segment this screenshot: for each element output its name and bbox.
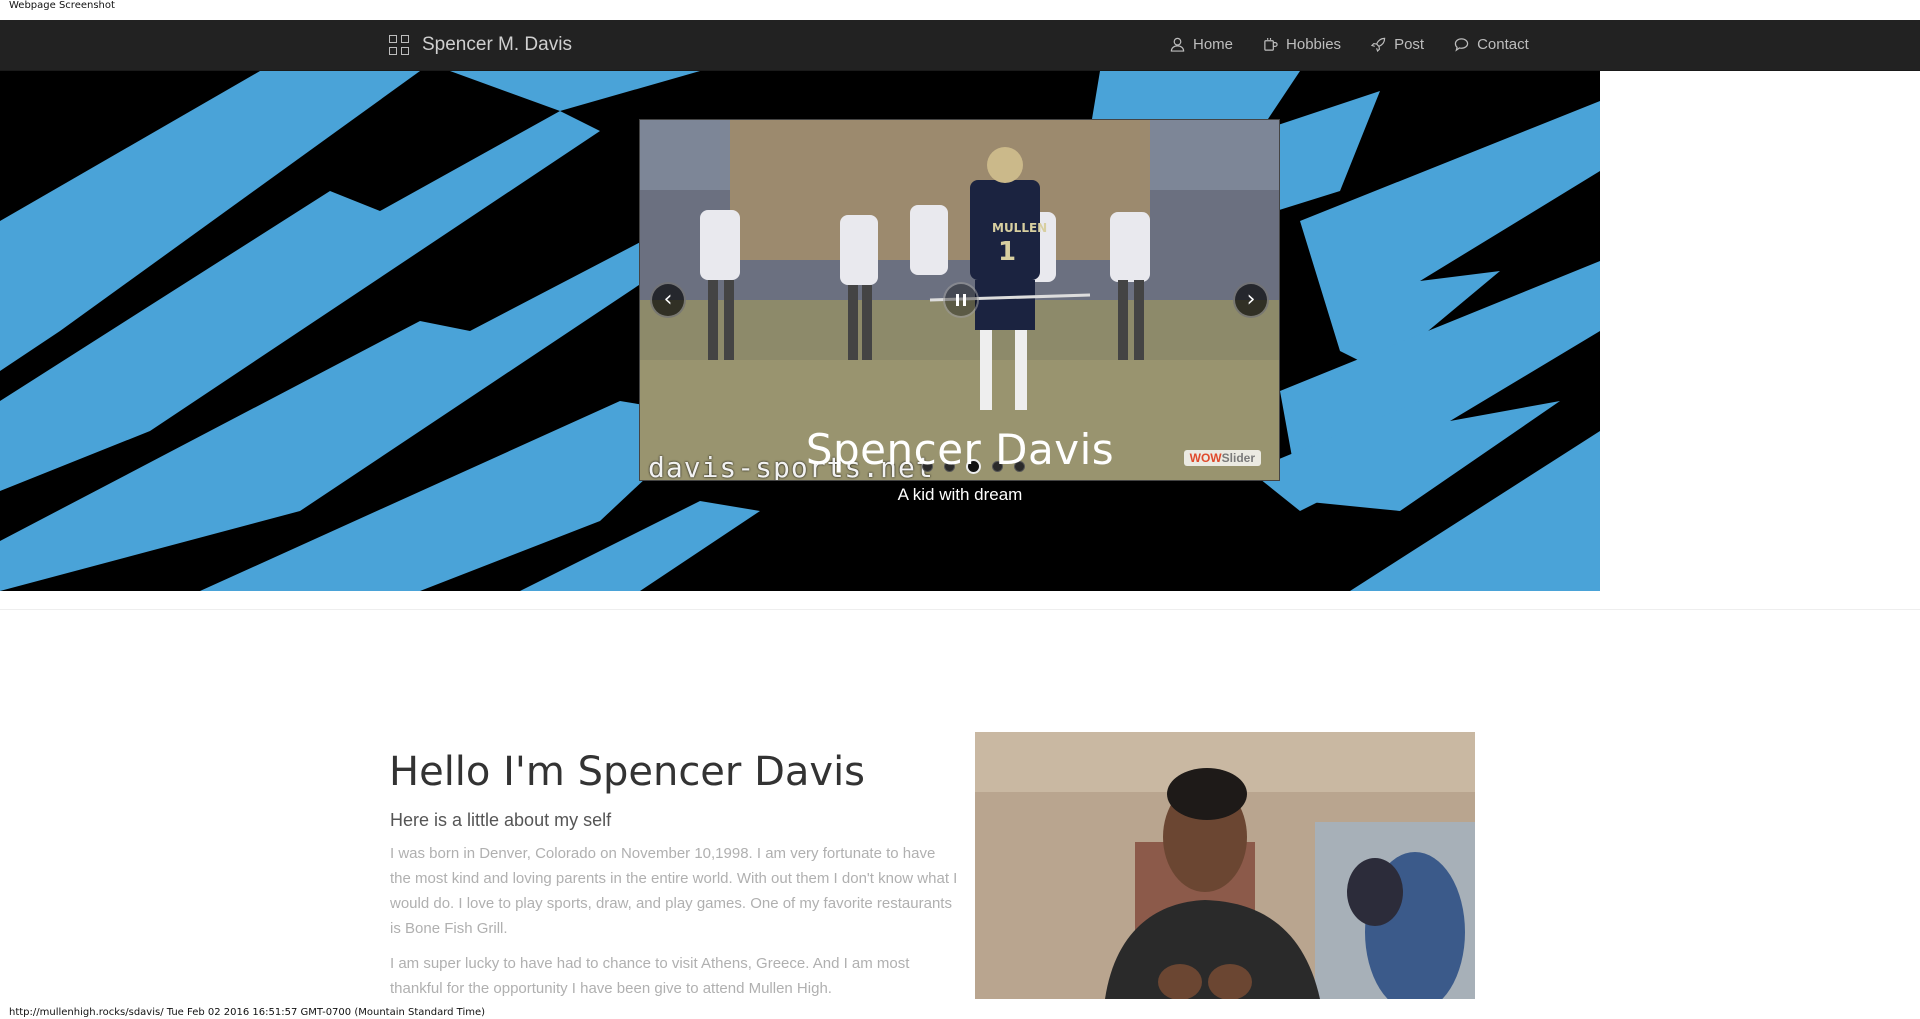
brand-name: Spencer M. Davis — [422, 34, 572, 55]
jersey-number: 1 — [998, 237, 1016, 267]
portrait-image — [975, 732, 1475, 999]
brand[interactable]: Spencer M. Davis — [389, 34, 572, 56]
hero-subtitle: A kid with dream — [897, 485, 1023, 504]
nav-item-home[interactable]: Home — [1170, 36, 1233, 53]
rocket-icon — [1371, 37, 1386, 52]
top-navbar: Spencer M. Davis Home Hobbies Post Conta… — [0, 20, 1920, 71]
nav-item-contact[interactable]: Contact — [1454, 36, 1529, 53]
slider-pause-button[interactable] — [943, 282, 979, 318]
nav-item-label: Hobbies — [1286, 36, 1342, 53]
hero-banner: MULLEN 1 ‹ › davis-sports.net WOWSlider — [0, 71, 1600, 591]
mug-icon — [1264, 37, 1278, 51]
about-subtitle: Here is a little about my self — [390, 810, 612, 830]
about-paragraph-1: I was born in Denver, Colorado on Novemb… — [390, 845, 958, 937]
section-divider — [0, 609, 1920, 610]
about-paragraph-2: I am super lucky to have had to chance t… — [390, 955, 910, 997]
about-title: Hello I'm Spencer Davis — [389, 749, 866, 795]
grid-icon — [389, 35, 409, 55]
footer-caption: http://mullenhigh.rocks/sdavis/ Tue Feb … — [9, 1007, 486, 1018]
jersey-text: MULLEN — [992, 221, 1047, 235]
main-nav: Home Hobbies Post Contact — [1170, 36, 1559, 53]
nav-item-label: Contact — [1477, 36, 1529, 53]
speech-bubble-icon — [1454, 38, 1469, 52]
slider-next-button[interactable]: › — [1233, 282, 1269, 318]
nav-item-label: Post — [1394, 36, 1425, 53]
nav-item-hobbies[interactable]: Hobbies — [1263, 36, 1341, 53]
hero-title: Spencer Davis — [805, 425, 1115, 474]
nav-item-label: Home — [1193, 36, 1234, 53]
user-icon — [1170, 37, 1185, 52]
portrait-photo — [975, 732, 1475, 999]
screenshot-caption: Webpage Screenshot — [9, 0, 115, 11]
pause-icon — [956, 294, 959, 306]
nav-item-post[interactable]: Post — [1371, 36, 1424, 53]
slider-prev-button[interactable]: ‹ — [650, 282, 686, 318]
